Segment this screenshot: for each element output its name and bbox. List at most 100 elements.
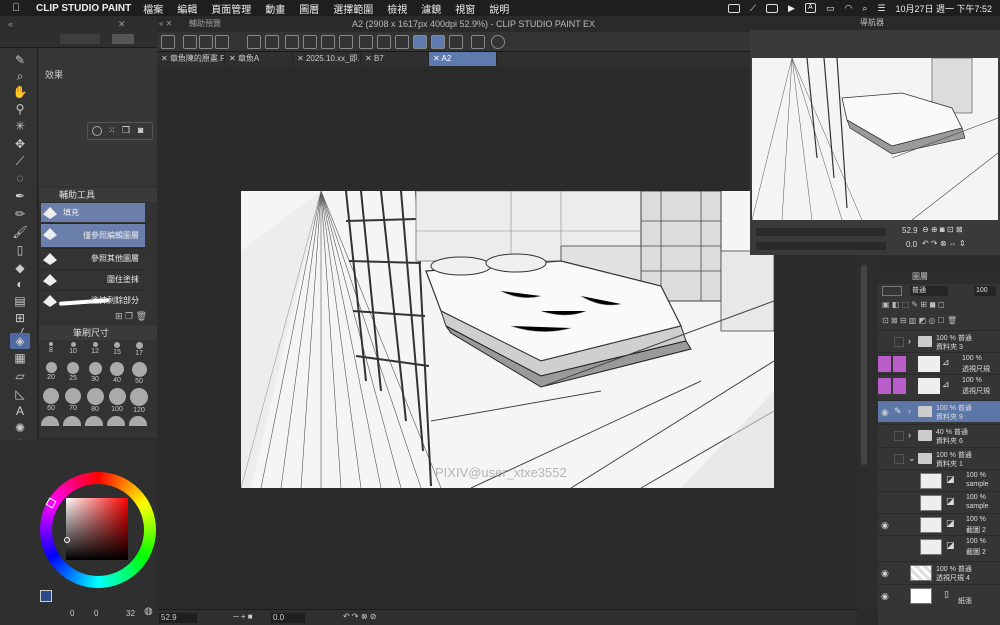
lasso-icon[interactable]: ◌ <box>10 170 30 186</box>
clock[interactable]: 10月27日 週一 下午7:52 <box>895 2 992 15</box>
subtool-fill[interactable]: 填充 <box>41 202 145 222</box>
brush-icon[interactable]: 🖌 <box>10 224 30 240</box>
app-menu[interactable]: CLIP STUDIO PAINT <box>36 3 131 14</box>
blend-icon[interactable]: ◐ <box>10 276 30 292</box>
subtool-enclose[interactable]: 圍住塗抹 <box>41 269 145 289</box>
collapse-icon[interactable]: « <box>8 19 13 29</box>
tab-doc-3[interactable]: ✕ 2025.10.xx_即... <box>293 52 361 66</box>
spotlight-icon[interactable]: ⌕ <box>862 3 867 14</box>
layer-row[interactable]: › 40 % 普通 資料夾 6 <box>878 424 1000 446</box>
tab-doc-1[interactable]: ✕ 章魚陳的原畫.F... <box>157 52 225 66</box>
menu-page[interactable]: 頁面管理 <box>211 1 251 16</box>
airbrush-icon[interactable]: ▯ <box>10 242 30 258</box>
menu-help[interactable]: 說明 <box>489 1 509 16</box>
grid-icon[interactable]: ⊞ <box>10 310 30 326</box>
brush-size-25[interactable]: 25 <box>63 362 83 384</box>
brush-size-40[interactable]: 40 <box>107 362 127 384</box>
wifi-icon[interactable]: ◠ <box>844 3 852 14</box>
pen-icon[interactable]: ⟋ <box>750 3 756 14</box>
eyedropper-icon[interactable]: ⟋ <box>10 153 30 169</box>
snap-grid-icon[interactable] <box>449 35 463 49</box>
brush-size-15[interactable]: 15 <box>107 342 127 360</box>
layers-icon[interactable]: ❐ <box>122 125 130 136</box>
menu-animation[interactable]: 動畫 <box>265 1 285 16</box>
tab-doc-2[interactable]: ✕ 章魚A <box>225 52 293 66</box>
brush-size-30[interactable]: 30 <box>85 362 105 384</box>
brush-size-100[interactable]: 100 <box>107 388 127 413</box>
layer-row[interactable]: › 100 % 普通 資料夾 3 <box>878 330 1000 352</box>
layer-row[interactable]: ◪ 100 % sample <box>878 469 1000 491</box>
save-icon[interactable] <box>215 35 229 49</box>
open-icon[interactable] <box>199 35 213 49</box>
layer-row[interactable]: ◉ 100 % 普通 透視尺規 4 <box>878 561 1000 583</box>
rotate-field[interactable]: 0.0 <box>271 613 305 623</box>
panel-tab-active[interactable] <box>112 34 134 44</box>
canvas-artwork[interactable]: PIXIV@user_xtxe3552 <box>241 191 774 488</box>
layer-row[interactable]: ◪ 100 % 截圖 2 <box>878 535 1000 557</box>
menu-window[interactable]: 視窗 <box>455 1 475 16</box>
brush-size-12[interactable]: 12 <box>85 342 105 360</box>
effect-options[interactable]: ⁙ ❐ ◙ <box>87 122 153 140</box>
undo-icon[interactable] <box>247 35 261 49</box>
control-center-icon[interactable]: ☰ <box>877 3 885 14</box>
invert-icon[interactable] <box>377 35 391 49</box>
layer-row[interactable]: ⊿ 100 % 透視尺規 <box>878 352 1000 374</box>
stroke-icon[interactable] <box>395 35 409 49</box>
frame-icon[interactable]: ▱ <box>10 368 30 384</box>
rotate-slider[interactable] <box>756 242 886 250</box>
snap-special-ruler-icon[interactable] <box>431 35 445 49</box>
menu-selection[interactable]: 選擇範圍 <box>333 1 373 16</box>
selection-icon[interactable]: ⚲ <box>10 101 30 117</box>
settings-icon[interactable]: ◙ <box>138 125 143 135</box>
apple-menu-icon[interactable]:  <box>12 2 28 14</box>
balloon-icon[interactable]: ✺ <box>10 420 30 436</box>
brush-size-10[interactable]: 10 <box>63 342 83 360</box>
layer-row[interactable]: ⊿ 100 % 透視尺規 <box>878 374 1000 396</box>
main-color-icon[interactable] <box>40 590 52 602</box>
saturation-value-square[interactable] <box>66 498 128 560</box>
subtool-refer-other[interactable]: 參照其他圖層 <box>41 248 145 268</box>
subtool-paint-remaining[interactable]: 塗抹剩餘部分 <box>41 290 145 310</box>
pen-tool-icon[interactable]: ✎ <box>10 52 30 68</box>
transform-icon[interactable] <box>321 35 335 49</box>
text-icon[interactable]: A <box>10 403 30 419</box>
palette-icon[interactable]: ◍ <box>144 606 153 617</box>
help-icon[interactable] <box>491 35 505 49</box>
fill-icon[interactable] <box>303 35 317 49</box>
move-icon[interactable]: ✥ <box>10 136 30 152</box>
subtool-edit-layer[interactable]: 僅參照編輯圖層 <box>41 223 145 247</box>
brush-size-60[interactable]: 60 <box>41 388 61 412</box>
display-icon[interactable] <box>727 3 740 13</box>
decoration-icon[interactable]: ▤ <box>10 293 30 309</box>
brush-size-17[interactable]: 17 <box>129 342 149 360</box>
menu-file[interactable]: 檔案 <box>143 1 163 16</box>
zoom-buttons-icon[interactable]: ⊖ ⊕ ◙ ⊡ ⊠ <box>922 225 963 234</box>
eye-icon[interactable]: ◉ <box>881 520 891 530</box>
brush-size-50[interactable]: 50 <box>129 362 149 385</box>
crop-icon[interactable] <box>359 35 373 49</box>
redo-icon[interactable] <box>265 35 279 49</box>
layer-action-icons[interactable]: ⊡ ⊠ ⊟ ▥ ◩ ◎ ☐ 🗑 <box>882 316 957 325</box>
fill-tool-icon[interactable]: ◈ <box>10 333 30 349</box>
tab-doc-5[interactable]: ✕ A2 <box>429 52 497 66</box>
navigator-preview[interactable] <box>752 58 998 220</box>
deselect-icon[interactable] <box>339 35 353 49</box>
layer-row-selected[interactable]: ◉ ✎ › 100 % 普通 資料夾 9 <box>878 400 1000 422</box>
tab-doc-4[interactable]: ✕ B7 <box>361 52 429 66</box>
blend-mode-icon[interactable] <box>882 286 902 296</box>
opacity-field[interactable]: 100 <box>974 286 996 296</box>
clip-studio-icon[interactable] <box>161 35 175 49</box>
new-icon[interactable] <box>183 35 197 49</box>
close-icon[interactable]: ✕ <box>118 19 126 30</box>
snap-ruler-icon[interactable] <box>413 35 427 49</box>
dots-icon[interactable]: ⁙ <box>108 125 116 136</box>
zoom-field[interactable]: 52.9 <box>159 613 197 623</box>
brush-size-70[interactable]: 70 <box>63 388 83 412</box>
clear-icon[interactable] <box>285 35 299 49</box>
layer-row[interactable]: ◉ ▯ 紙張 <box>878 584 1000 606</box>
brush-size-row-partial[interactable] <box>41 416 151 428</box>
lock-icon[interactable] <box>894 337 904 347</box>
battery-icon[interactable]: ▭ <box>826 3 835 14</box>
rotate-buttons-icon[interactable]: ↶ ↷ ⊗ ⇔ ⇕ <box>922 239 966 248</box>
blend-mode-select[interactable]: 普通 <box>910 286 948 296</box>
